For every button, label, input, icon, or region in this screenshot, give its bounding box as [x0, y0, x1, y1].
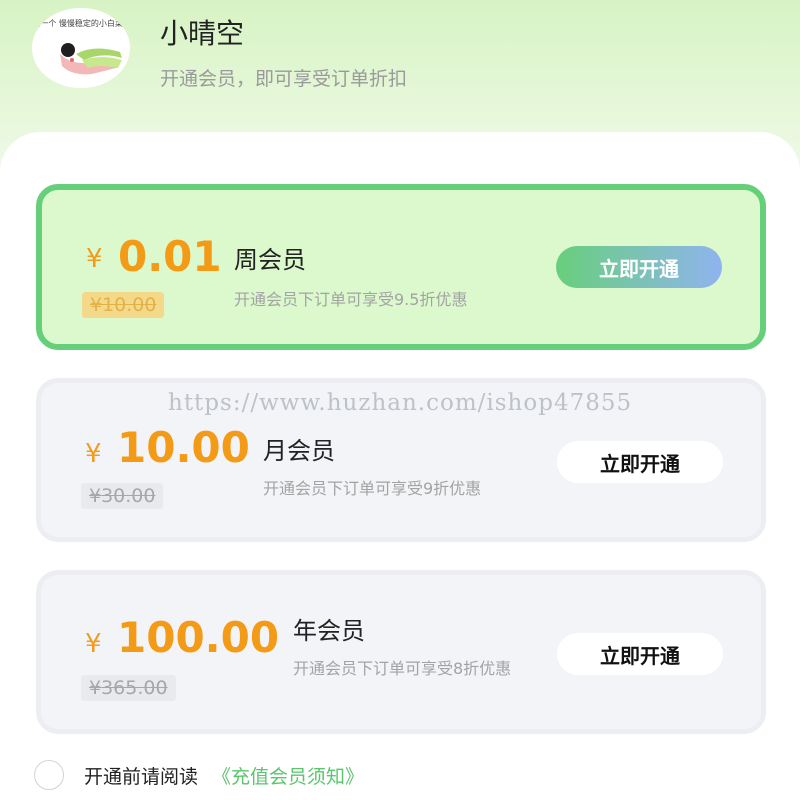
plan-name: 周会员: [234, 246, 306, 274]
plan-description: 开通会员下订单可享受9折优惠: [263, 479, 482, 498]
activate-button[interactable]: 立即开通: [557, 441, 723, 483]
plan-price: 10.00: [117, 423, 250, 472]
agreement-row: 开通前请阅读 《充值会员须知》: [34, 760, 364, 790]
currency-symbol: ¥: [85, 629, 102, 659]
plan-name: 年会员: [293, 617, 365, 645]
plan-card-weekly[interactable]: ¥ 0.01 ¥10.00 周会员 开通会员下订单可享受9.5折优惠 立即开通: [36, 184, 766, 350]
currency-symbol: ¥: [85, 439, 102, 469]
plan-price: 0.01: [118, 232, 222, 281]
plan-price: 100.00: [117, 613, 280, 662]
original-price: ¥365.00: [81, 675, 176, 701]
original-price: ¥30.00: [81, 483, 164, 509]
plan-description: 开通会员下订单可享受9.5折优惠: [234, 290, 468, 309]
avatar-caption: 做一个 慢慢稳定的小白菜~: [32, 18, 129, 28]
activate-button[interactable]: 立即开通: [557, 633, 723, 675]
member-subtitle: 开通会员，即可享受订单折扣: [160, 68, 408, 90]
username: 小晴空: [160, 17, 245, 50]
plan-card-yearly[interactable]: ¥ 100.00 ¥365.00 年会员 开通会员下订单可享受8折优惠 立即开通: [36, 570, 766, 734]
plan-description: 开通会员下订单可享受8折优惠: [293, 659, 512, 678]
currency-symbol: ¥: [86, 244, 103, 274]
activate-button[interactable]: 立即开通: [556, 246, 722, 288]
plan-name: 月会员: [263, 437, 335, 465]
agreement-checkbox[interactable]: [34, 760, 64, 790]
avatar[interactable]: 做一个 慢慢稳定的小白菜~: [32, 8, 130, 88]
profile-header: 做一个 慢慢稳定的小白菜~ 小晴空 开通会员，即可享受订单折扣: [0, 0, 800, 150]
cabbage-avatar-image: 做一个 慢慢稳定的小白菜~: [32, 8, 130, 88]
agreement-prefix: 开通前请阅读: [84, 765, 199, 788]
watermark-text: https://www.huzhan.com/ishop47855: [168, 390, 633, 416]
original-price: ¥10.00: [82, 292, 165, 318]
agreement-link[interactable]: 《充值会员须知》: [212, 762, 364, 789]
